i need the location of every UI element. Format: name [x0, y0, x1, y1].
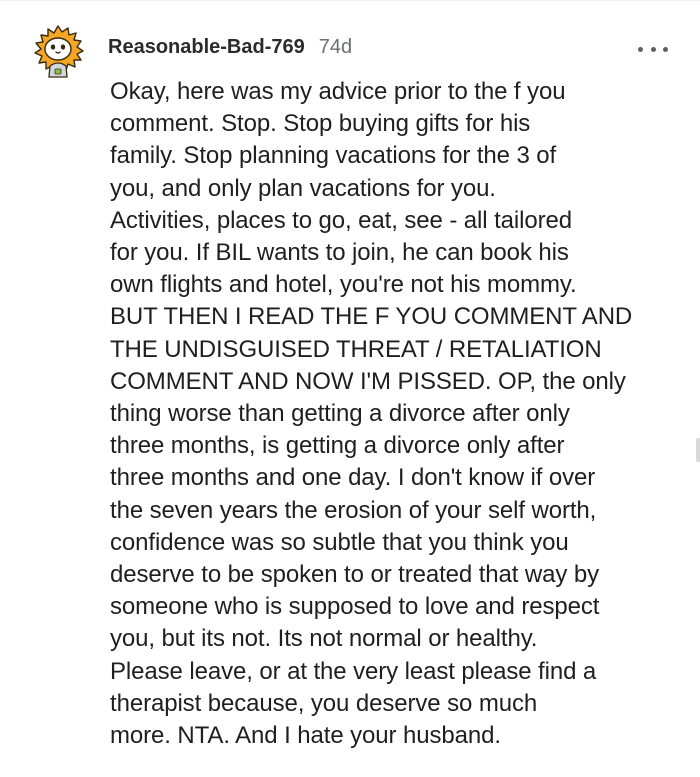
scroll-edge-indicator — [696, 438, 700, 462]
more-options-button[interactable] — [638, 40, 668, 58]
timestamp: 74d — [318, 36, 353, 58]
comment-body: Okay, here was my advice prior to the f … — [110, 78, 633, 750]
comment: Reasonable-Bad-769 74d Okay, here was my… — [0, 0, 700, 777]
username[interactable]: Reasonable-Bad-769 — [108, 36, 305, 59]
snoo-avatar-icon — [34, 25, 84, 78]
comment-header: Reasonable-Bad-769 74d — [108, 36, 352, 59]
more-options-icon — [638, 46, 643, 52]
more-options-icon-dot — [663, 46, 668, 52]
more-options-icon-dot — [650, 46, 656, 52]
user-avatar[interactable] — [30, 22, 86, 82]
